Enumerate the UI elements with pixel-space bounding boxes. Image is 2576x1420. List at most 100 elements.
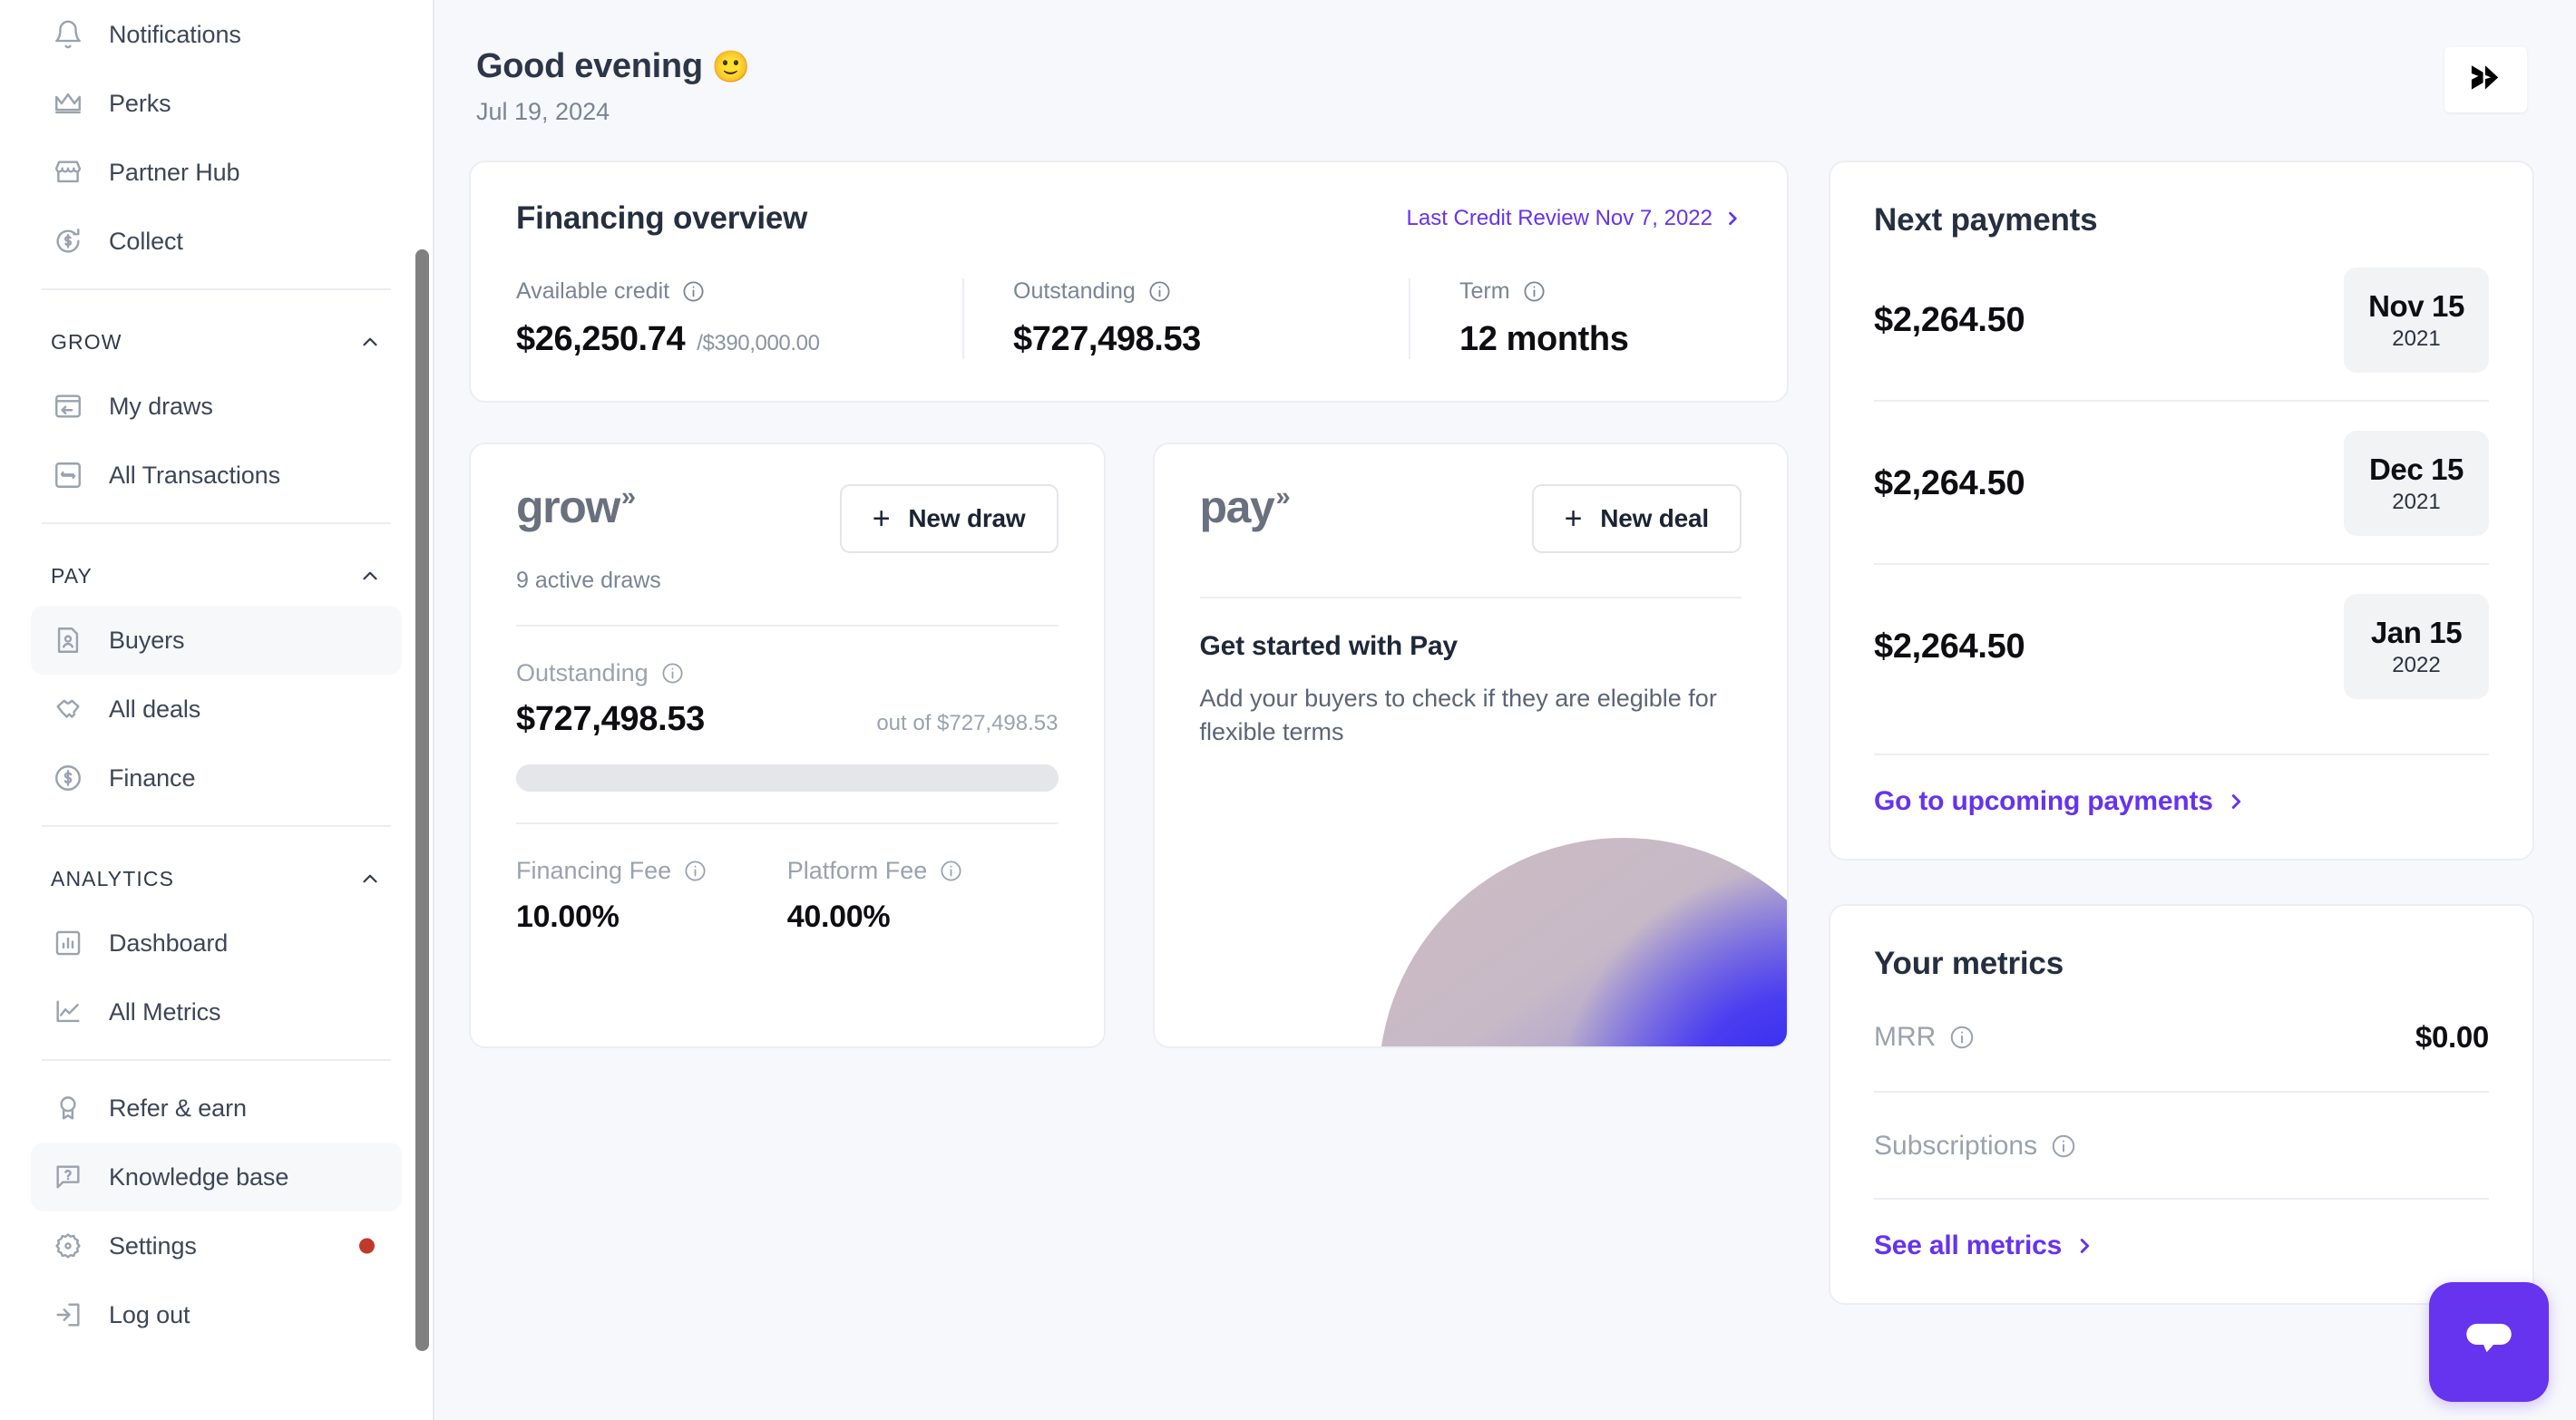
stat-value-main: 12 months xyxy=(1459,320,1629,358)
info-icon[interactable] xyxy=(1147,279,1172,304)
greeting-block: Good evening 🙂 Jul 19, 2024 xyxy=(476,47,750,126)
info-icon[interactable] xyxy=(1948,1024,1976,1051)
sidebar-item-my-draws[interactable]: My draws xyxy=(31,372,402,441)
chevron-up-icon xyxy=(358,867,382,890)
sidebar-item-label: Perks xyxy=(109,89,171,117)
left-column: Financing overview Last Credit Review No… xyxy=(469,160,1789,1048)
line-chart-icon xyxy=(51,995,85,1029)
grow-fees: Financing Fee 10.00% Platform Fee 40.00% xyxy=(516,857,1059,935)
product-cards-row: grow » + New draw 9 active draws Outstan… xyxy=(469,443,1789,1048)
double-chevron-icon: » xyxy=(1275,482,1290,511)
sidebar-divider xyxy=(42,288,391,290)
go-to-upcoming-payments-link[interactable]: Go to upcoming payments xyxy=(1874,754,2489,817)
bar-chart-icon xyxy=(51,926,85,960)
see-all-metrics-label: See all metrics xyxy=(1874,1230,2063,1260)
smiley-icon: 🙂 xyxy=(711,49,750,84)
new-deal-label: New deal xyxy=(1600,504,1709,532)
metric-row-mrr: MRR $0.00 xyxy=(1874,982,2489,1091)
platform-fee: Platform Fee 40.00% xyxy=(787,857,1059,935)
payment-date-chip: Jan 15 2022 xyxy=(2344,594,2489,699)
info-icon[interactable] xyxy=(1522,279,1547,304)
see-all-metrics-link[interactable]: See all metrics xyxy=(1874,1198,2489,1261)
payment-date-day: Jan 15 xyxy=(2370,615,2463,649)
sidebar-section-grow-header[interactable]: GROW xyxy=(31,312,402,372)
grow-outstanding-label: Outstanding xyxy=(516,659,1059,687)
sidebar-section-pay-header[interactable]: PAY xyxy=(31,546,402,606)
sidebar-item-partner-hub[interactable]: Partner Hub xyxy=(31,138,402,207)
chevron-up-icon xyxy=(358,564,382,588)
dashboard-grid: Financing overview Last Credit Review No… xyxy=(469,160,2534,1305)
plus-icon: + xyxy=(1564,501,1583,536)
sidebar-item-label: Notifications xyxy=(109,20,241,48)
chevron-up-icon xyxy=(358,330,382,354)
sidebar-item-buyers[interactable]: Buyers xyxy=(31,606,402,675)
chevron-right-icon xyxy=(2226,792,2246,812)
pay-card-header: pay » + New deal xyxy=(1200,484,1742,553)
new-draw-button[interactable]: + New draw xyxy=(839,484,1059,553)
stat-value: $26,250.74 /$390,000.00 xyxy=(516,320,915,359)
new-deal-button[interactable]: + New deal xyxy=(1531,484,1742,553)
draw-icon xyxy=(51,389,85,423)
sidebar-item-knowledge-base[interactable]: Knowledge base xyxy=(31,1143,402,1211)
settings-notification-badge xyxy=(359,1238,375,1254)
stat-value-main: $26,250.74 xyxy=(516,320,686,358)
info-icon[interactable] xyxy=(683,859,707,883)
info-icon[interactable] xyxy=(2050,1133,2077,1160)
chat-bubble-icon xyxy=(2459,1310,2519,1375)
sidebar-item-dashboard[interactable]: Dashboard xyxy=(31,909,402,977)
sidebar-item-finance[interactable]: Finance xyxy=(31,744,402,812)
sidebar-section-analytics-header[interactable]: ANALYTICS xyxy=(31,849,402,909)
metric-value: $0.00 xyxy=(2415,1020,2489,1054)
sidebar-scroll-area[interactable]: Notifications Perks Partner Hub Collect xyxy=(0,0,433,1420)
your-metrics-card: Your metrics MRR $0.00 Subscriptions See… xyxy=(1829,904,2534,1305)
last-credit-review-link[interactable]: Last Credit Review Nov 7, 2022 xyxy=(1407,206,1742,231)
sidebar-divider xyxy=(42,1059,391,1061)
financing-fee-value: 10.00% xyxy=(516,900,620,934)
sidebar-item-log-out[interactable]: Log out xyxy=(31,1280,402,1349)
grow-card-header: grow » + New draw xyxy=(516,484,1059,553)
storefront-icon xyxy=(51,155,85,190)
payment-date-year: 2022 xyxy=(2392,652,2441,677)
sidebar-item-all-metrics[interactable]: All Metrics xyxy=(31,977,402,1046)
sidebar-item-label: Settings xyxy=(109,1231,197,1260)
stat-label: Outstanding xyxy=(1013,278,1361,305)
sidebar-item-label: Collect xyxy=(109,227,183,255)
payment-date-year: 2021 xyxy=(2392,489,2441,514)
grow-outstanding-row: $727,498.53 out of $727,498.53 xyxy=(516,700,1059,739)
sidebar-item-perks[interactable]: Perks xyxy=(31,69,402,138)
financing-overview-title: Financing overview xyxy=(516,200,808,236)
info-icon[interactable] xyxy=(939,859,963,883)
sidebar-item-refer-earn[interactable]: Refer & earn xyxy=(31,1074,402,1143)
sidebar-scrollbar[interactable] xyxy=(415,249,429,1351)
sidebar-item-all-transactions[interactable]: All Transactions xyxy=(31,441,402,510)
sidebar-section-title: PAY xyxy=(51,563,93,588)
chat-launcher-button[interactable] xyxy=(2429,1282,2549,1402)
financing-stats: Available credit $26,250.74 /$390,000.00 xyxy=(516,278,1742,359)
sidebar-item-notifications[interactable]: Notifications xyxy=(31,0,402,69)
pay-logo: pay » xyxy=(1200,482,1291,530)
stat-value-limit: /$390,000.00 xyxy=(697,331,820,355)
chevron-right-icon xyxy=(2074,1236,2094,1256)
sidebar-item-all-deals[interactable]: All deals xyxy=(31,675,402,744)
stat-label: Term xyxy=(1459,278,1628,305)
sidebar-item-settings[interactable]: Settings xyxy=(31,1211,402,1280)
page-header: Good evening 🙂 Jul 19, 2024 xyxy=(469,0,2534,126)
sidebar-item-collect[interactable]: Collect xyxy=(31,207,402,276)
financing-overview-card: Financing overview Last Credit Review No… xyxy=(469,160,1789,403)
info-icon[interactable] xyxy=(660,661,685,686)
chevron-double-logo-icon xyxy=(2465,57,2507,103)
next-payments-card: Next payments $2,264.50 Nov 15 2021 $2,2… xyxy=(1829,160,2534,861)
right-column: Next payments $2,264.50 Nov 15 2021 $2,2… xyxy=(1829,160,2534,1305)
bell-icon xyxy=(51,17,85,52)
stat-label-text: Term xyxy=(1459,278,1510,304)
greeting-text: Good evening xyxy=(476,47,703,85)
sidebar-item-label: Dashboard xyxy=(109,929,229,957)
stat-value: 12 months xyxy=(1459,320,1629,359)
pay-get-started-heading: Get started with Pay xyxy=(1199,631,1459,661)
financing-fee-label-text: Financing Fee xyxy=(516,857,672,884)
double-chevron-icon: » xyxy=(620,482,636,511)
financing-overview-header: Financing overview Last Credit Review No… xyxy=(516,200,1742,237)
sidebar-section-title: ANALYTICS xyxy=(51,866,175,890)
info-icon[interactable] xyxy=(681,279,706,304)
pay-divider xyxy=(1199,597,1742,598)
